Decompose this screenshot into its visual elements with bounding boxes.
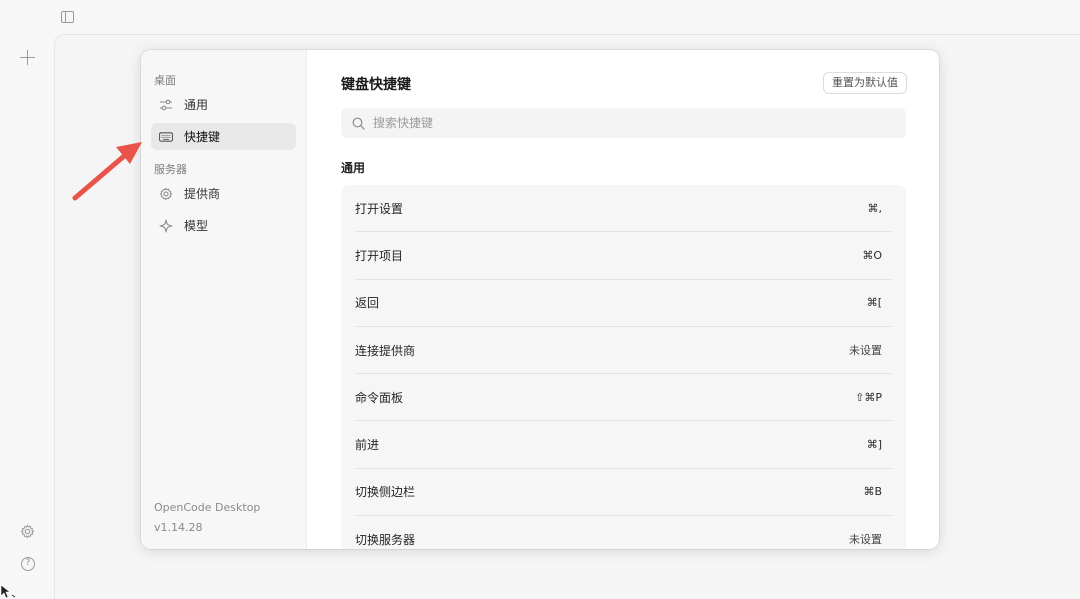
shortcut-row[interactable]: 前进 ⌘] [355, 421, 892, 469]
shortcut-row[interactable]: 切换侧边栏 ⌘B [355, 469, 892, 517]
shortcut-list: 打开设置 ⌘, 打开项目 ⌘O 返回 ⌘[ 连接提供商 未设置 命令面板 ⇧⌘P… [341, 185, 906, 549]
shortcut-label: 打开设置 [355, 201, 404, 216]
shortcut-row[interactable]: 打开设置 ⌘, [355, 185, 893, 233]
shortcut-label: 连接提供商 [355, 343, 416, 358]
shortcut-label: 打开项目 [355, 248, 404, 263]
shortcut-label: 命令面板 [355, 390, 404, 405]
search-icon [352, 117, 365, 130]
sidebar-item-label: 模型 [184, 219, 209, 233]
shortcut-label: 前进 [355, 438, 380, 453]
sidebar-group-server: 服务器 [154, 163, 187, 176]
shortcut-key[interactable]: ⌘[ [867, 296, 892, 309]
shortcut-key[interactable]: ⌘] [867, 438, 892, 451]
reset-defaults-button[interactable]: 重置为默认值 [823, 72, 907, 94]
gear-icon[interactable] [20, 524, 35, 539]
shortcut-row[interactable]: 连接提供商 未设置 [355, 327, 892, 375]
shortcut-row[interactable]: 打开项目 ⌘O [355, 232, 892, 280]
shortcut-row[interactable]: 返回 ⌘[ [355, 280, 892, 327]
sidebar-item-label: 快捷键 [184, 130, 221, 144]
sidebar-item-providers[interactable]: 提供商 [151, 180, 296, 207]
settings-dialog: 桌面 通用 快捷键 服务器 提供商 模型 OpenCode Desktop v1… [141, 50, 939, 549]
sidebar-item-shortcuts[interactable]: 快捷键 [151, 123, 296, 150]
sliders-icon [159, 98, 173, 112]
shortcut-key[interactable]: ⌘, [868, 202, 893, 215]
shortcut-row[interactable]: 切换服务器 未设置 [355, 516, 892, 549]
cursor-icon [0, 584, 16, 599]
sidebar-item-general[interactable]: 通用 [151, 91, 296, 118]
search-box[interactable] [341, 108, 906, 138]
app-window: ? 桌面 通用 快捷键 服务器 提供商 模型 OpenCode Desktop … [0, 0, 1080, 599]
gear-icon [159, 187, 173, 201]
section-title-general: 通用 [341, 161, 366, 175]
shortcut-row[interactable]: 命令面板 ⇧⌘P [355, 374, 892, 422]
sidebar-item-models[interactable]: 模型 [151, 212, 296, 239]
search-input[interactable] [373, 116, 873, 130]
shortcut-key[interactable]: 未设置 [849, 531, 892, 547]
settings-content: 键盘快捷键 重置为默认值 通用 打开设置 ⌘, 打开项目 ⌘O [308, 50, 939, 549]
sidebar-group-desktop: 桌面 [154, 74, 176, 87]
sidebar-item-label: 通用 [184, 98, 209, 112]
page-title: 键盘快捷键 [341, 77, 411, 93]
app-name: OpenCode Desktop [154, 501, 261, 514]
shortcut-key[interactable]: ⌘O [862, 249, 892, 262]
app-version: v1.14.28 [154, 521, 203, 534]
shortcut-key[interactable]: ⌘B [863, 485, 892, 498]
help-icon[interactable]: ? [21, 557, 35, 571]
settings-sidebar: 桌面 通用 快捷键 服务器 提供商 模型 OpenCode Desktop v1… [141, 50, 307, 549]
plus-icon[interactable] [20, 50, 35, 65]
shortcut-label: 切换侧边栏 [355, 485, 416, 500]
shortcut-label: 返回 [355, 296, 380, 311]
shortcut-key[interactable]: 未设置 [849, 342, 892, 358]
shortcut-key[interactable]: ⇧⌘P [855, 391, 892, 404]
shortcut-label: 切换服务器 [355, 532, 416, 547]
sidebar-item-label: 提供商 [184, 187, 221, 201]
sparkle-icon [159, 218, 173, 233]
sidebar-toggle-icon[interactable] [61, 11, 74, 23]
keyboard-icon [159, 130, 173, 144]
